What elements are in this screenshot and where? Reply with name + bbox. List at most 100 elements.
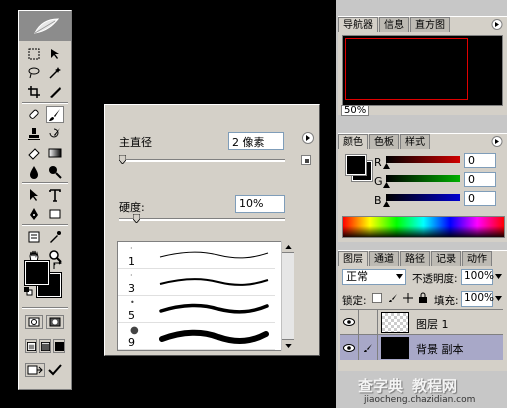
lock-transparency-icon[interactable] [372,293,382,303]
lock-pixels-icon[interactable] [388,293,398,303]
color-panel: 颜色 色板 样式 R 0 G 0 B 0 [338,133,507,242]
diameter-field[interactable]: 2 像素 [228,132,284,150]
lasso-tool-icon[interactable] [25,64,43,81]
tab-paths[interactable]: 路径 [400,251,430,266]
layer-visibility-toggle[interactable] [340,310,359,334]
tab-history[interactable]: 记录 [431,251,461,266]
feather-logo-icon[interactable] [33,17,59,35]
fill-chevron-icon[interactable] [495,296,502,301]
channel-g-gradient[interactable] [386,175,460,182]
layer-name[interactable]: 图层 1 [416,316,449,332]
layer-thumbnail[interactable] [381,312,409,333]
navigator-view-box[interactable] [345,38,468,100]
blend-mode-select[interactable]: 正常 [342,269,406,285]
resize-icon[interactable] [301,155,311,165]
imageready-check-icon [47,363,63,377]
brush-preset-item[interactable]: • 5 [118,296,275,323]
scroll-down-icon[interactable] [282,339,294,351]
brush-preset-item[interactable]: · 1 [118,242,275,269]
channel-b-gradient[interactable] [386,194,460,201]
screen-mode-menu-button[interactable] [39,339,51,353]
tab-styles[interactable]: 样式 [400,134,430,149]
channel-r-field[interactable]: 0 [464,153,496,168]
layer-brush-indicator[interactable] [359,335,378,360]
lock-position-icon[interactable] [403,293,413,303]
panel-menu-icon[interactable] [491,136,503,147]
tab-layers[interactable]: 图层 [338,251,368,266]
foreground-color-swatch[interactable] [24,260,50,286]
brush-preset-item[interactable]: · 3 [118,269,275,296]
toolbox-header [19,11,71,41]
color-spectrum-bar[interactable] [342,216,505,238]
crop-tool-icon[interactable] [25,83,43,100]
pen-tool-icon[interactable] [25,205,43,222]
dodge-tool-icon[interactable] [46,163,64,180]
layer-link-toggle[interactable] [359,310,378,334]
brush-preset-item[interactable]: ● 9 [118,323,275,350]
layer-row[interactable]: 图层 1 [340,309,503,334]
channel-r-gradient[interactable] [386,156,460,163]
hardness-field[interactable]: 10% [235,195,285,213]
blur-tool-icon[interactable] [25,163,43,180]
path-selection-tool-icon[interactable] [25,186,43,203]
eraser-tool-icon[interactable] [25,144,43,161]
watermark: 查字典 教程网 jiaocheng.chazidian.com [356,375,506,407]
screen-mode-full-icon [54,341,64,351]
tab-histogram[interactable]: 直方图 [410,17,450,32]
tab-channels[interactable]: 通道 [369,251,399,266]
tab-navigator[interactable]: 导航器 [338,17,378,32]
healing-brush-tool-icon[interactable] [25,106,43,123]
swap-colors-icon[interactable] [53,261,63,271]
clone-stamp-tool-icon[interactable] [25,125,43,142]
rectangle-tool-icon[interactable] [46,205,64,222]
layer-visibility-toggle[interactable] [340,335,359,360]
channel-r-label: R [374,156,382,169]
lock-all-icon[interactable] [418,292,428,303]
channel-g-field[interactable]: 0 [464,172,496,187]
brush-tool-icon[interactable] [46,106,64,123]
tab-info[interactable]: 信息 [379,17,409,32]
zoom-field[interactable]: 50% [341,105,370,116]
diameter-slider-thumb[interactable] [119,155,126,164]
channel-r-slider[interactable] [383,163,390,169]
brush-list-scrollbar[interactable] [281,241,294,351]
paintbrush-icon [364,343,372,352]
channel-b-slider[interactable] [383,201,390,207]
hardness-slider-track[interactable] [119,218,285,221]
screen-mode-standard-button[interactable] [25,339,37,353]
panel-menu-icon[interactable] [491,19,503,30]
channel-g-slider[interactable] [383,182,390,188]
standard-mode-button[interactable] [25,315,43,329]
default-colors-icon[interactable] [24,287,33,296]
tab-swatches[interactable]: 色板 [369,134,399,149]
color-fg-swatch[interactable] [345,154,367,176]
notes-tool-icon[interactable] [25,228,43,245]
marquee-tool-icon[interactable] [25,45,43,62]
opacity-chevron-icon[interactable] [495,274,502,279]
fill-field[interactable]: 100% [461,291,494,307]
channel-b-field[interactable]: 0 [464,191,496,206]
slice-tool-icon[interactable] [46,83,64,100]
tab-color[interactable]: 颜色 [338,134,368,149]
screen-mode-full-button[interactable] [53,339,65,353]
gradient-tool-icon[interactable] [46,144,64,161]
tab-actions[interactable]: 动作 [462,251,492,266]
brush-menu-arrow-icon[interactable] [302,132,314,144]
opacity-field[interactable]: 100% [461,269,494,285]
magic-wand-tool-icon[interactable] [46,64,64,81]
layer-row-selected[interactable]: 背景 副本 [340,334,503,360]
jump-to-imageready-button[interactable] [25,363,45,377]
type-tool-icon[interactable] [46,186,64,203]
layer-name[interactable]: 背景 副本 [416,341,464,357]
eye-icon [343,318,355,326]
hardness-slider-thumb[interactable] [132,214,140,223]
layer-thumbnail[interactable] [381,337,409,359]
move-tool-icon[interactable] [46,45,64,62]
diameter-slider-track[interactable] [119,159,285,162]
eyedropper-tool-icon[interactable] [46,228,64,245]
history-brush-tool-icon[interactable] [46,125,64,142]
scroll-up-icon[interactable] [282,241,294,253]
quick-mask-mode-button[interactable] [46,315,64,329]
navigator-preview[interactable] [342,35,503,106]
brush-tip-icon: · [130,271,133,280]
